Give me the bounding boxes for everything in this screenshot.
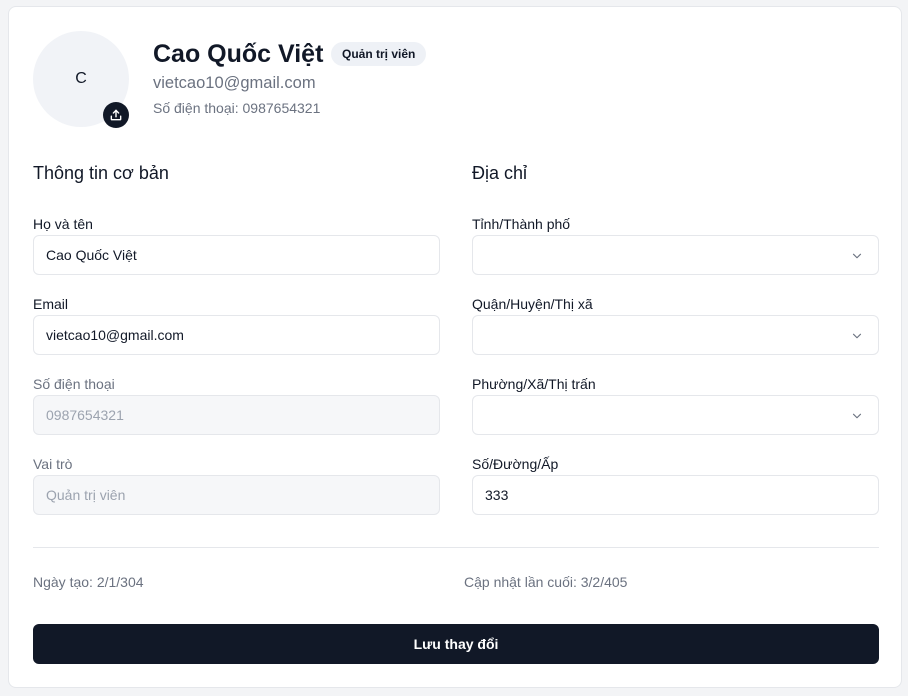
updated-date: Cập nhật lần cuối: 3/2/405: [464, 574, 628, 590]
divider: [33, 547, 879, 548]
email-label: Email: [33, 296, 69, 312]
avatar-initial: C: [75, 70, 87, 87]
province-label: Tỉnh/Thành phố: [472, 216, 571, 232]
ward-label: Phường/Xã/Thị trấn: [472, 376, 596, 392]
street-input[interactable]: [472, 475, 879, 515]
full-name-input[interactable]: [33, 235, 440, 275]
profile-card: C Cao Quốc Việt Quản trị viên vietcao10@…: [8, 6, 902, 688]
upload-avatar-button[interactable]: [103, 102, 129, 128]
created-date: Ngày tạo: 2/1/304: [33, 574, 144, 590]
basic-info-title: Thông tin cơ bản: [33, 163, 169, 183]
save-button[interactable]: Lưu thay đổi: [33, 624, 879, 664]
role-input: [33, 475, 440, 515]
province-select[interactable]: [472, 235, 879, 275]
phone-label: Số điện thoại: [33, 376, 115, 392]
profile-email: vietcao10@gmail.com: [153, 74, 316, 92]
ward-select[interactable]: [472, 395, 879, 435]
full-name-label: Họ và tên: [33, 216, 93, 232]
district-label: Quận/Huyện/Thị xã: [472, 296, 593, 312]
profile-name: Cao Quốc Việt: [153, 40, 324, 68]
role-label: Vai trò: [33, 456, 73, 472]
chevron-down-icon: [852, 413, 862, 419]
address-title: Địa chỉ: [472, 163, 528, 183]
street-label: Số/Đường/Ấp: [472, 456, 559, 472]
profile-phone: Số điện thoại: 0987654321: [153, 100, 321, 116]
upload-icon: [110, 109, 122, 121]
chevron-down-icon: [852, 333, 862, 339]
phone-input: [33, 395, 440, 435]
role-badge: Quản trị viên: [331, 42, 427, 66]
chevron-down-icon: [852, 253, 862, 259]
email-input[interactable]: [33, 315, 440, 355]
district-select[interactable]: [472, 315, 879, 355]
